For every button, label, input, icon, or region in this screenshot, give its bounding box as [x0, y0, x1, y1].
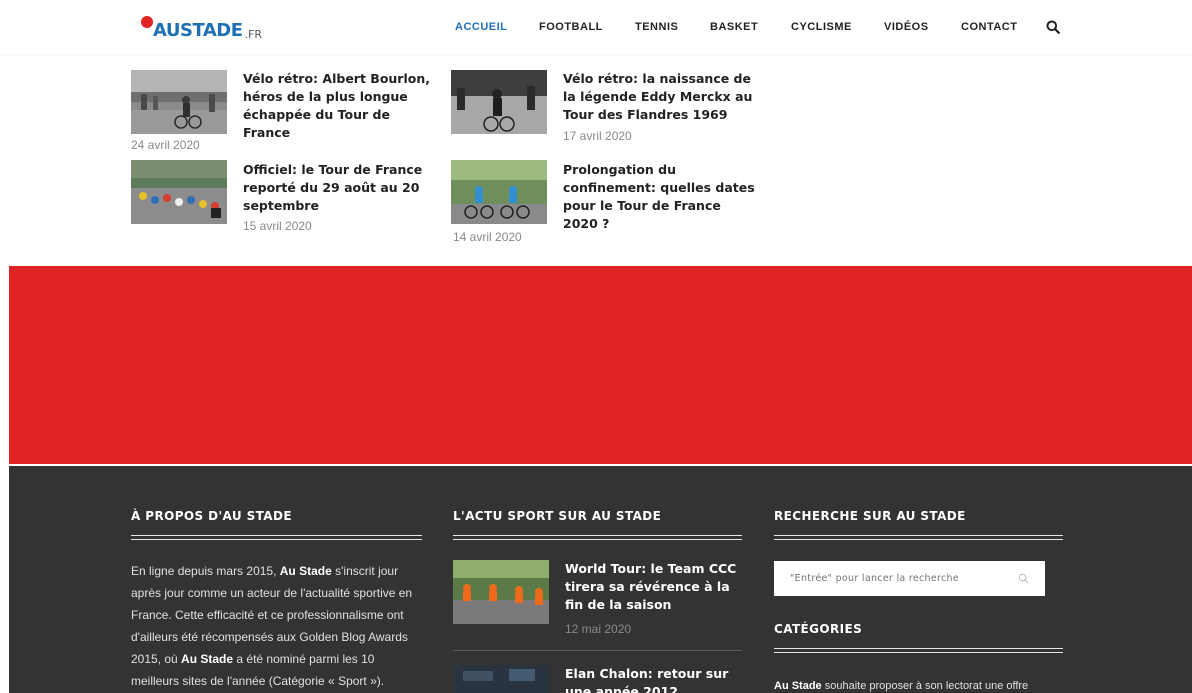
- article-title[interactable]: Vélo rétro: la naissance de la légende E…: [563, 70, 758, 124]
- search-icon[interactable]: [1018, 573, 1029, 584]
- about-heading-rule: [131, 535, 422, 540]
- about-text-part: s'inscrit jour après jour comme un acteu…: [131, 564, 413, 666]
- article-date: 17 avril 2020: [563, 129, 632, 143]
- categories-text: Au Stade souhaite proposer à son lectora…: [774, 679, 1074, 693]
- article-date: 15 avril 2020: [243, 219, 312, 233]
- article-date: 24 avril 2020: [131, 138, 200, 152]
- about-brand: Au Stade: [279, 564, 332, 578]
- news-thumbnail[interactable]: [453, 560, 549, 624]
- site-header: AUSTADE .FR ACCUEIL FOOTBALL TENNIS BASK…: [0, 0, 1192, 54]
- categories-text-part: souhaite proposer à son lectorat une off…: [821, 680, 1029, 692]
- categories-brand: Au Stade: [774, 680, 822, 692]
- categories-heading-rule: [774, 648, 1063, 653]
- footer-search-box[interactable]: [774, 561, 1045, 596]
- about-heading: À PROPOS D'AU STADE: [131, 509, 292, 523]
- news-separator: [453, 650, 742, 651]
- news-thumbnail[interactable]: [453, 665, 549, 693]
- news-heading-rule: [453, 535, 742, 540]
- categories-heading: CATÉGORIES: [774, 622, 863, 636]
- article-title[interactable]: Officiel: le Tour de France reporté du 2…: [243, 161, 433, 215]
- about-brand: Au Stade: [181, 652, 234, 666]
- news-title[interactable]: Elan Chalon: retour sur une année 2012: [565, 665, 745, 693]
- nav-item-videos[interactable]: VIDÉOS: [884, 21, 929, 33]
- article-date: 14 avril 2020: [453, 230, 522, 244]
- logo-suffix: .FR: [244, 28, 262, 41]
- article-title[interactable]: Vélo rétro: Albert Bourlon, héros de la …: [243, 70, 433, 142]
- nav-item-contact[interactable]: CONTACT: [961, 21, 1017, 33]
- logo-mark: [137, 16, 157, 46]
- article-title[interactable]: Prolongation du confinement: quelles dat…: [563, 161, 758, 233]
- nav-item-football[interactable]: FOOTBALL: [539, 21, 603, 33]
- article-thumbnail[interactable]: [131, 70, 227, 134]
- red-banner: [9, 266, 1192, 464]
- nav-item-cyclisme[interactable]: CYCLISME: [791, 21, 852, 33]
- search-icon[interactable]: [1046, 20, 1060, 34]
- article-thumbnail[interactable]: [451, 160, 547, 224]
- footer-search-input[interactable]: [774, 561, 1045, 596]
- article-thumbnail[interactable]: [131, 160, 227, 224]
- about-text: En ligne depuis mars 2015, Au Stade s'in…: [131, 560, 423, 692]
- search-heading-rule: [774, 535, 1063, 540]
- article-thumbnail[interactable]: [451, 70, 547, 134]
- about-text-part: En ligne depuis mars 2015,: [131, 564, 280, 578]
- news-heading: L'ACTU SPORT SUR AU STADE: [453, 509, 662, 523]
- nav-item-tennis[interactable]: TENNIS: [635, 21, 678, 33]
- nav-item-accueil[interactable]: ACCUEIL: [455, 21, 507, 33]
- site-logo[interactable]: AUSTADE .FR: [137, 10, 262, 46]
- search-heading: RECHERCHE SUR AU STADE: [774, 509, 966, 523]
- news-date: 12 mai 2020: [565, 622, 632, 636]
- news-title[interactable]: World Tour: le Team CCC tirera sa révére…: [565, 560, 745, 614]
- nav-item-basket[interactable]: BASKET: [710, 21, 758, 33]
- logo-text: AUSTADE: [153, 20, 243, 41]
- logo-ball-icon: [141, 16, 153, 28]
